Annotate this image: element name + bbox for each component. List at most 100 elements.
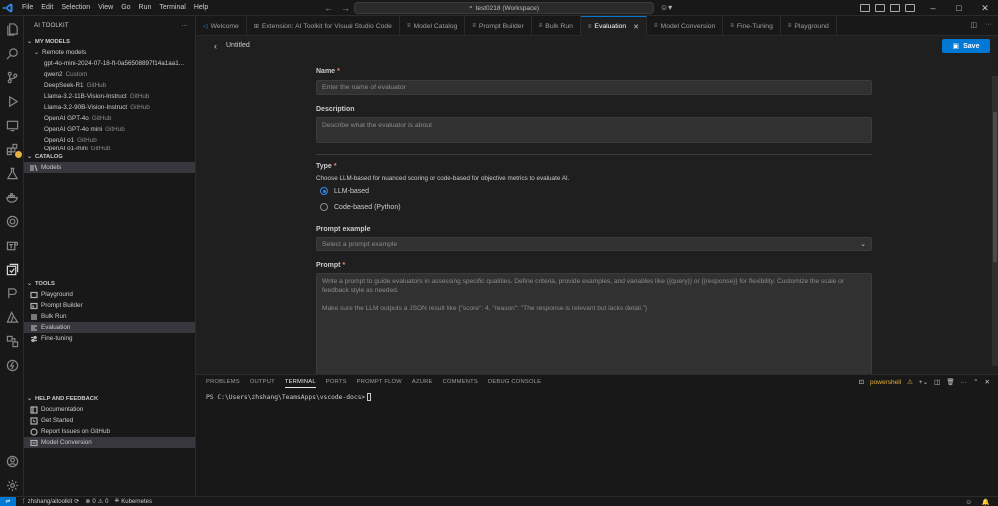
catalog-section-header[interactable]: ⌄ CATALOG xyxy=(24,151,195,162)
azure-icon[interactable] xyxy=(5,310,19,324)
minimize-icon[interactable]: – xyxy=(920,0,946,16)
menu-selection[interactable]: Selection xyxy=(57,0,94,16)
teams-toolkit-icon[interactable] xyxy=(5,238,19,252)
prompt-example-select[interactable]: Select a prompt example ⌄ xyxy=(316,237,872,251)
panel-more-icon[interactable]: ··· xyxy=(961,379,968,386)
model-item[interactable]: DeepSeek-R1 GitHub xyxy=(24,80,195,91)
tab-extension[interactable]: ⊞ Extension: AI Toolkit for Visual Studio… xyxy=(247,16,400,36)
back-arrow-icon[interactable]: ← xyxy=(324,3,333,13)
model-item[interactable]: Llama-3.2-11B-Vision-Instruct GitHub xyxy=(24,91,195,102)
copilot-status-icon[interactable]: ☺ xyxy=(965,499,972,506)
command-center[interactable]: ⌕ test0218 (Workspace) xyxy=(354,2,654,14)
radio-code-based[interactable]: Code-based (Python) xyxy=(320,203,401,211)
extensions-icon[interactable] xyxy=(5,142,22,158)
lightning-icon[interactable] xyxy=(5,358,19,372)
my-models-section-header[interactable]: ⌄ MY MODELS xyxy=(24,36,195,47)
problems-status[interactable]: ⊗ 0 ⚠ 0 xyxy=(85,498,108,506)
sidebar-item-model-conversion[interactable]: Model Conversion xyxy=(24,437,195,448)
tools-section-header[interactable]: ⌄ TOOLS xyxy=(24,278,195,289)
tab-comments[interactable]: COMMENTS xyxy=(443,379,478,388)
manage-gear-icon[interactable] xyxy=(5,478,19,492)
menu-edit[interactable]: Edit xyxy=(37,0,57,16)
menu-run[interactable]: Run xyxy=(135,0,156,16)
terminal-output[interactable]: PS C:\Users\zhshang\TeamsApps\vscode-doc… xyxy=(206,393,372,401)
tab-terminal[interactable]: TERMINAL xyxy=(284,379,316,388)
more-actions-icon[interactable]: ··· xyxy=(181,23,188,29)
menu-help[interactable]: Help xyxy=(190,0,212,16)
maximize-icon[interactable]: □ xyxy=(946,0,972,16)
model-item[interactable]: OpenAI GPT-4o GitHub xyxy=(24,113,195,124)
toggle-sidebar-icon[interactable] xyxy=(875,4,885,12)
toggle-secondary-sidebar-icon[interactable] xyxy=(905,4,915,12)
tab-welcome[interactable]: ◁ Welcome xyxy=(196,16,247,36)
ai-toolkit-icon[interactable] xyxy=(5,262,19,276)
tab-fine-tuning[interactable]: ≡ Fine-Tuning xyxy=(723,16,781,36)
tab-model-catalog[interactable]: ≡ Model Catalog xyxy=(400,16,466,36)
customize-layout-icon[interactable] xyxy=(860,4,870,12)
maximize-panel-icon[interactable]: ⌃ xyxy=(973,378,978,386)
accounts-icon[interactable] xyxy=(5,454,19,468)
tab-prompt-flow[interactable]: PROMPT FLOW xyxy=(357,379,402,388)
tab-playground[interactable]: ≡ Playground xyxy=(781,16,837,36)
menu-view[interactable]: View xyxy=(94,0,117,16)
tab-ports[interactable]: PORTS xyxy=(326,379,347,388)
sidebar-item-playground[interactable]: Playground xyxy=(24,289,195,300)
sidebar-item-documentation[interactable]: Documentation xyxy=(24,404,195,415)
model-item[interactable]: qwen2 Custom xyxy=(24,69,195,80)
editor-scrollbar[interactable] xyxy=(992,76,998,366)
close-tab-icon[interactable]: ✕ xyxy=(633,23,639,31)
description-input[interactable]: Describe what the evaluator is about xyxy=(316,117,872,143)
sidebar-item-models[interactable]: Models xyxy=(24,162,195,173)
terminal-shell-name[interactable]: powershell xyxy=(870,379,901,386)
remote-indicator-icon[interactable]: ⇌ xyxy=(0,496,16,506)
branch-status[interactable]: ᚴ zhshang/aitoolkit ⟳ xyxy=(22,498,79,506)
postman-icon[interactable] xyxy=(5,286,19,300)
menu-file[interactable]: File xyxy=(18,0,37,16)
run-debug-icon[interactable] xyxy=(5,94,19,108)
sidebar-item-fine-tuning[interactable]: Fine-tuning xyxy=(24,333,195,344)
split-terminal-icon[interactable]: ◫ xyxy=(934,378,940,386)
save-button[interactable]: ▣ Save xyxy=(942,39,990,53)
radio-llm-based[interactable]: LLM-based xyxy=(320,187,369,195)
model-item[interactable]: OpenAI GPT-4o mini GitHub xyxy=(24,124,195,135)
prompt-textarea[interactable]: Write a prompt to guide evaluators in as… xyxy=(316,273,872,374)
remote-containers-icon[interactable] xyxy=(5,334,19,348)
close-panel-icon[interactable]: ✕ xyxy=(985,378,990,386)
menu-go[interactable]: Go xyxy=(117,0,134,16)
menu-terminal[interactable]: Terminal xyxy=(155,0,189,16)
model-item[interactable]: OpenAI o1 GitHub xyxy=(24,135,195,146)
explorer-icon[interactable] xyxy=(5,22,19,36)
help-section-header[interactable]: ⌄ HELP AND FEEDBACK xyxy=(24,393,195,404)
docker-icon[interactable] xyxy=(5,190,19,204)
tab-problems[interactable]: PROBLEMS xyxy=(206,379,240,388)
new-terminal-icon[interactable]: +⌄ xyxy=(919,378,928,386)
name-input[interactable]: Enter the name of evaluator xyxy=(316,80,872,95)
close-window-icon[interactable]: ✕ xyxy=(972,0,998,16)
tab-debug-console[interactable]: DEBUG CONSOLE xyxy=(488,379,541,388)
tab-bulk-run[interactable]: ≡ Bulk Run xyxy=(532,16,581,36)
forward-arrow-icon[interactable]: → xyxy=(341,3,350,13)
remote-models-group[interactable]: ⌄ Remote models xyxy=(24,47,195,58)
copilot-icon[interactable]: ☺▾ xyxy=(660,3,676,13)
sidebar-item-bulk-run[interactable]: Bulk Run xyxy=(24,311,195,322)
testing-icon[interactable] xyxy=(5,166,19,180)
model-item[interactable]: Llama-3.2-90B-Vision-Instruct GitHub xyxy=(24,102,195,113)
tab-prompt-builder[interactable]: ≡ Prompt Builder xyxy=(465,16,532,36)
notifications-bell-icon[interactable]: 🔔 xyxy=(982,498,990,506)
remote-explorer-icon[interactable] xyxy=(5,118,19,132)
tab-evaluation[interactable]: ≡ Evaluation ✕ xyxy=(580,16,648,36)
search-activity-icon[interactable] xyxy=(5,46,19,60)
toggle-panel-icon[interactable] xyxy=(890,4,900,12)
tab-model-conversion[interactable]: ≡ Model Conversion xyxy=(647,16,724,36)
editor-more-icon[interactable]: ··· xyxy=(985,21,992,29)
github-activity-icon[interactable] xyxy=(5,214,19,228)
sidebar-item-report-issues[interactable]: Report Issues on GitHub xyxy=(24,426,195,437)
source-control-icon[interactable] xyxy=(5,70,19,84)
tab-output[interactable]: OUTPUT xyxy=(250,379,275,388)
tab-azure[interactable]: AZURE xyxy=(412,379,433,388)
kubernetes-status[interactable]: ⎈ Kubernetes xyxy=(114,498,152,505)
back-chevron-icon[interactable]: ‹ xyxy=(214,41,217,51)
split-editor-icon[interactable]: ◫ xyxy=(970,21,977,29)
sidebar-item-evaluation[interactable]: Evaluation xyxy=(24,322,195,333)
sidebar-item-get-started[interactable]: Get Started xyxy=(24,415,195,426)
